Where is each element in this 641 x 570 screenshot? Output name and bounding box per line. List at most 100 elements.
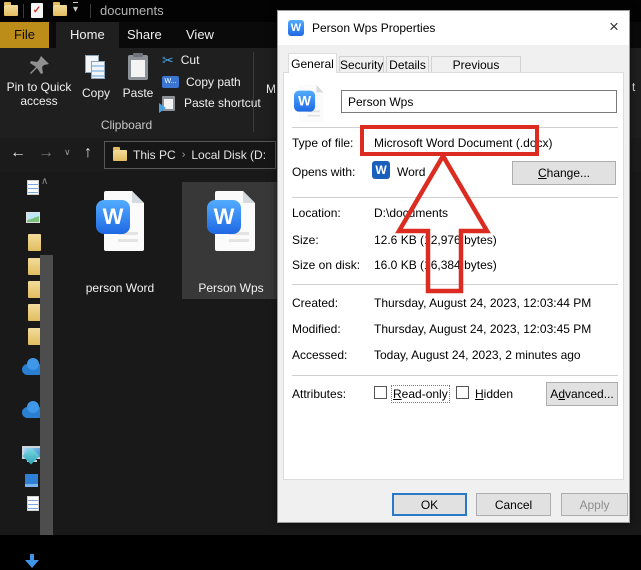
- window-title: documents: [100, 3, 164, 18]
- tab-general[interactable]: General: [288, 53, 337, 73]
- copy-icon: [85, 55, 107, 80]
- copy-button[interactable]: Copy: [78, 52, 114, 112]
- dialog-titlebar: W Person Wps Properties ×: [278, 11, 629, 45]
- properties-dialog: W Person Wps Properties × General Securi…: [277, 10, 630, 523]
- change-button[interactable]: Change...: [512, 161, 616, 185]
- copy-path-icon: W...: [162, 76, 179, 88]
- size-on-disk-label: Size on disk:: [292, 258, 361, 272]
- partially-hidden-ribbon-text: M: [266, 82, 276, 96]
- address-bar[interactable]: This PC › Local Disk (D:: [104, 141, 276, 169]
- divider: [292, 197, 618, 198]
- paste-icon: [128, 53, 148, 80]
- tab-share[interactable]: Share: [113, 22, 176, 48]
- file-name-label: Person Wps: [198, 281, 264, 295]
- tab-security[interactable]: Security: [339, 56, 384, 73]
- ok-button[interactable]: OK: [392, 493, 467, 516]
- history-dropdown-icon[interactable]: ∨: [64, 147, 71, 158]
- type-of-file-label: Type of file:: [292, 136, 354, 150]
- opens-with-label: Opens with:: [292, 165, 356, 179]
- wps-document-icon: W: [96, 191, 144, 251]
- sidebar-item-desktop-icon[interactable]: [25, 474, 38, 487]
- modified-label: Modified:: [292, 322, 341, 336]
- size-on-disk-value: 16.0 KB (16,384 bytes): [374, 258, 497, 272]
- cut-button[interactable]: ✂ Cut: [162, 52, 199, 68]
- divider: [90, 4, 91, 18]
- paste-shortcut-label: Paste shortcut: [184, 96, 261, 110]
- sidebar-item-documents-icon[interactable]: [27, 496, 39, 511]
- properties-check-icon[interactable]: ✓: [31, 3, 43, 18]
- location-label: Location:: [292, 206, 341, 220]
- attributes-label: Attributes:: [292, 387, 347, 401]
- size-label: Size:: [292, 233, 319, 247]
- divider: [292, 127, 618, 128]
- new-folder-icon[interactable]: [53, 2, 67, 16]
- divider: [292, 284, 618, 285]
- breadcrumb-this-pc[interactable]: This PC: [133, 148, 176, 162]
- tab-view[interactable]: View: [172, 22, 228, 48]
- clipboard-group-label: Clipboard: [100, 118, 153, 132]
- paste-shortcut-button[interactable]: Paste shortcut: [159, 95, 261, 113]
- modified-value: Thursday, August 24, 2023, 12:03:45 PM: [374, 322, 592, 336]
- pin-label-line1: Pin to Quick: [6, 80, 72, 94]
- pin-icon: [30, 56, 49, 74]
- type-of-file-value: Microsoft Word Document (.docx): [374, 136, 553, 150]
- copy-label: Copy: [81, 86, 110, 100]
- advanced-button[interactable]: Advanced...: [546, 382, 618, 406]
- file-item-selected[interactable]: W Person Wps: [182, 182, 280, 299]
- scrollbar-up-icon[interactable]: ∧: [41, 176, 48, 187]
- accessed-value: Today, August 24, 2023, 2 minutes ago: [374, 348, 581, 362]
- tab-home[interactable]: Home: [56, 22, 119, 48]
- file-item[interactable]: W person Word: [70, 181, 170, 299]
- accessed-label: Accessed:: [292, 348, 348, 362]
- breadcrumb-local-disk[interactable]: Local Disk (D:: [191, 148, 266, 162]
- cut-label: Cut: [180, 53, 200, 67]
- created-label: Created:: [292, 296, 339, 310]
- paste-label: Paste: [122, 86, 154, 100]
- dialog-title: Person Wps Properties: [312, 21, 436, 35]
- wps-document-icon: W: [294, 85, 324, 122]
- divider: [292, 375, 618, 376]
- created-value: Thursday, August 24, 2023, 12:03:44 PM: [374, 296, 592, 310]
- paste-shortcut-icon: [159, 95, 175, 113]
- opens-with-value: Word: [397, 165, 426, 179]
- tab-details[interactable]: Details: [386, 56, 429, 73]
- breadcrumb-chevron-icon: ›: [181, 149, 186, 161]
- scissors-icon: ✂: [162, 51, 174, 68]
- size-value: 12.6 KB (12,976 bytes): [374, 233, 497, 247]
- breadcrumb-folder-icon: [113, 146, 127, 161]
- copy-path-button[interactable]: W... Copy path: [162, 74, 241, 90]
- copy-path-label: Copy path: [186, 75, 241, 89]
- hidden-label[interactable]: Hidden: [475, 387, 513, 401]
- group-divider: [253, 52, 254, 132]
- partially-hidden-edge-text: t: [632, 80, 636, 94]
- wps-app-icon: W: [288, 20, 304, 36]
- location-value: D:\documents: [374, 206, 449, 220]
- sidebar-item-pictures-icon[interactable]: [26, 212, 40, 223]
- file-name-label: person Word: [85, 281, 155, 295]
- divider: [23, 4, 24, 18]
- sidebar-item-folder-icon[interactable]: [28, 234, 41, 251]
- read-only-checkbox[interactable]: [374, 386, 387, 399]
- forward-button[interactable]: →: [38, 144, 54, 162]
- cancel-button[interactable]: Cancel: [476, 493, 551, 516]
- file-name-input[interactable]: [341, 90, 617, 113]
- sidebar-item-downloads-icon[interactable]: [25, 554, 39, 570]
- tab-previous-versions[interactable]: Previous Versions: [431, 56, 521, 89]
- apply-button[interactable]: Apply: [561, 493, 628, 516]
- word-app-icon: W: [372, 161, 390, 179]
- general-tab-page: W Type of file: Microsoft Word Document …: [283, 72, 624, 480]
- tab-file[interactable]: File: [0, 22, 49, 48]
- up-button[interactable]: ↑: [84, 144, 92, 162]
- paste-button[interactable]: Paste: [118, 52, 158, 112]
- close-icon[interactable]: ×: [609, 18, 619, 36]
- sidebar-scrollbar[interactable]: [40, 255, 53, 535]
- pin-label-line2: access: [20, 94, 58, 108]
- wps-document-icon: W: [207, 191, 255, 251]
- qat-dropdown-icon[interactable]: ▾: [73, 2, 79, 17]
- hidden-checkbox[interactable]: [456, 386, 469, 399]
- read-only-label[interactable]: Read-only: [391, 385, 450, 403]
- back-button[interactable]: ←: [10, 144, 26, 162]
- sidebar-item-documents-icon[interactable]: [27, 180, 39, 195]
- folder-icon: [4, 2, 18, 16]
- pin-to-quick-access-button[interactable]: Pin to Quick access: [6, 52, 72, 112]
